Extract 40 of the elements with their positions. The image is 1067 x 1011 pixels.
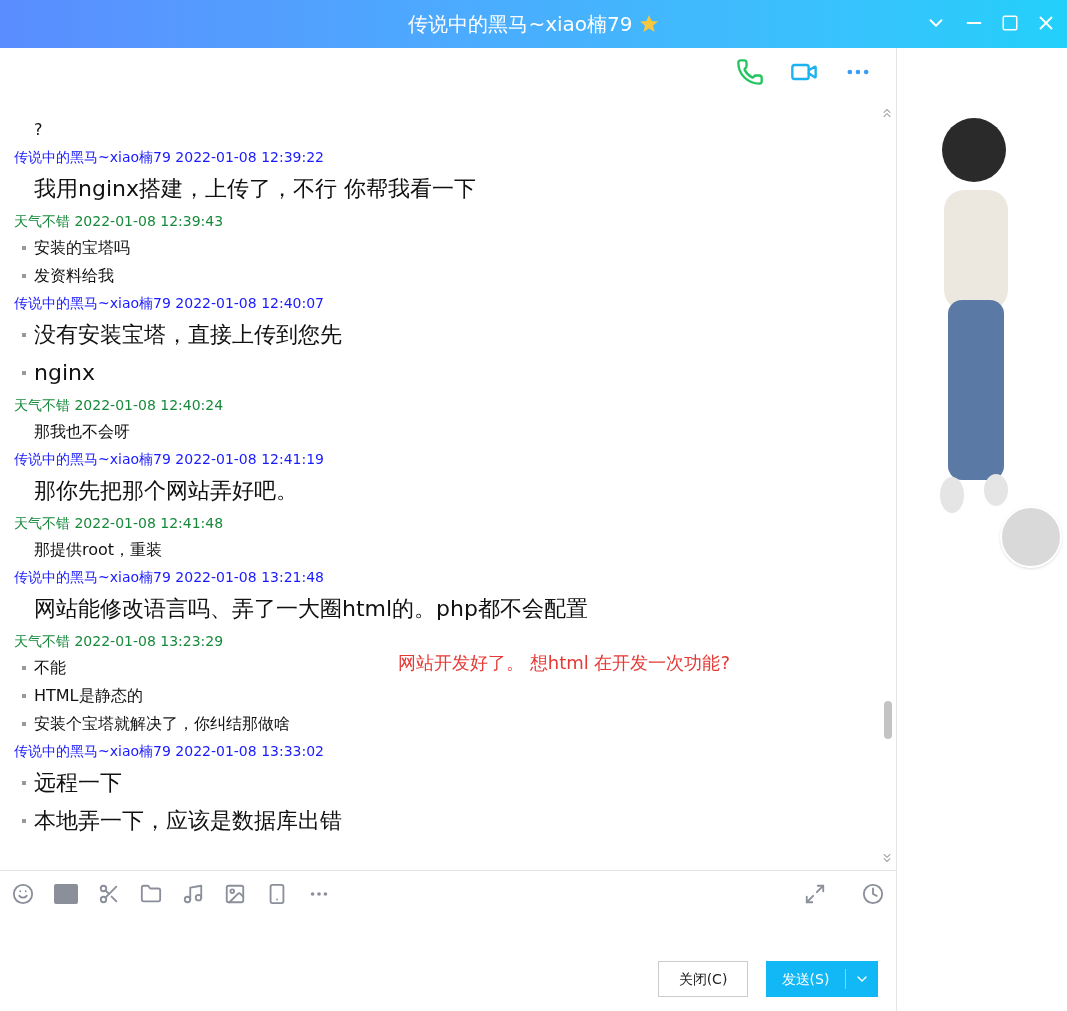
message-text: 我用nginx搭建，上传了，不行 你帮我看一下 [34, 175, 476, 203]
message-text: 网站能修改语言吗、弄了一大圈html的。php都不会配置 [34, 595, 588, 623]
folder-icon[interactable] [140, 882, 162, 905]
message-text: 安装的宝塔吗 [34, 237, 130, 259]
message-header: 传说中的黑马~xiao楠79 2022-01-08 13:33:02 [14, 742, 324, 761]
message-text: 本地弄一下，应该是数据库出错 [34, 807, 342, 835]
message-text: 远程一下 [34, 769, 122, 797]
window-title: 传说中的黑马~xiao楠79 [408, 11, 633, 38]
message-text: 那我也不会呀 [34, 421, 130, 443]
voice-call-icon[interactable] [736, 58, 764, 86]
message-text: 没有安装宝塔，直接上传到您先 [34, 321, 342, 349]
message-text: nginx [34, 359, 95, 387]
message-header: 传说中的黑马~xiao楠79 2022-01-08 12:40:07 [14, 294, 324, 313]
emoji-icon[interactable] [12, 882, 34, 905]
annotation-text: 网站开发好了。 想html 在开发一次功能? [398, 651, 730, 675]
message-text: 发资料给我 [34, 265, 114, 287]
message-text: 不能 [34, 657, 66, 679]
message-header: 传说中的黑马~xiao楠79 2022-01-08 12:41:19 [14, 450, 324, 469]
message-header: 天气不错 2022-01-08 12:40:24 [14, 396, 224, 415]
scissors-icon[interactable] [98, 882, 120, 905]
message-header: 传说中的黑马~xiao楠79 2022-01-08 13:21:48 [14, 568, 324, 587]
message-text: 安装个宝塔就解决了，你纠结那做啥 [34, 713, 290, 735]
message-header: 天气不错 2022-01-08 12:41:48 [14, 514, 224, 533]
message-text: HTML是静态的 [34, 685, 143, 707]
message-header: 天气不错 2022-01-08 13:23:29 [14, 632, 224, 651]
message-text: ? [34, 119, 43, 141]
message-text: 那提供root，重装 [34, 539, 163, 561]
scroll-up-icon[interactable] [880, 106, 894, 120]
history-icon[interactable] [862, 882, 884, 905]
message-text: 那你先把那个网站弄好吧。 [34, 477, 298, 505]
scroll-down-icon[interactable] [880, 851, 894, 865]
music-icon[interactable] [182, 882, 204, 905]
scrollbar-thumb[interactable] [884, 701, 892, 739]
maximize-icon[interactable] [1001, 14, 1019, 32]
close-button[interactable]: 关闭(C) [658, 961, 748, 997]
message-header: 天气不错 2022-01-08 12:39:43 [14, 212, 224, 231]
star-badge-icon [638, 14, 659, 34]
expand-icon[interactable] [804, 882, 826, 905]
image-icon[interactable] [224, 882, 246, 905]
message-header: 传说中的黑马~xiao楠79 2022-01-08 12:39:22 [14, 148, 324, 167]
